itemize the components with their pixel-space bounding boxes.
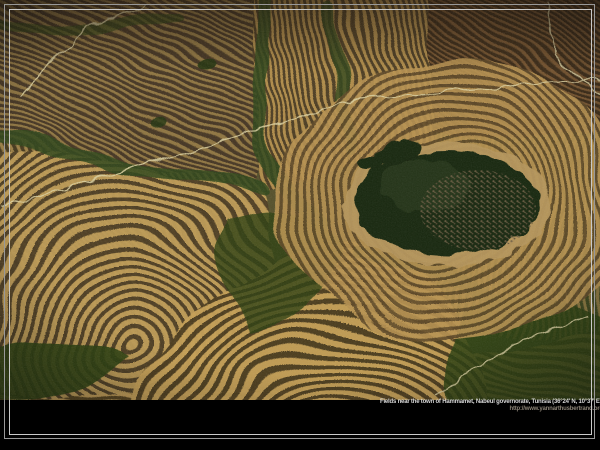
credit-url-text: http://www.yannarthusbertrand.org xyxy=(380,406,600,412)
caption-text: Fields near the town of Hammamet, Nabeul… xyxy=(380,399,600,406)
wallpaper: Fields near the town of Hammamet, Nabeul… xyxy=(0,0,600,450)
photo-caption: Fields near the town of Hammamet, Nabeul… xyxy=(380,399,600,412)
aerial-photo xyxy=(0,0,600,400)
